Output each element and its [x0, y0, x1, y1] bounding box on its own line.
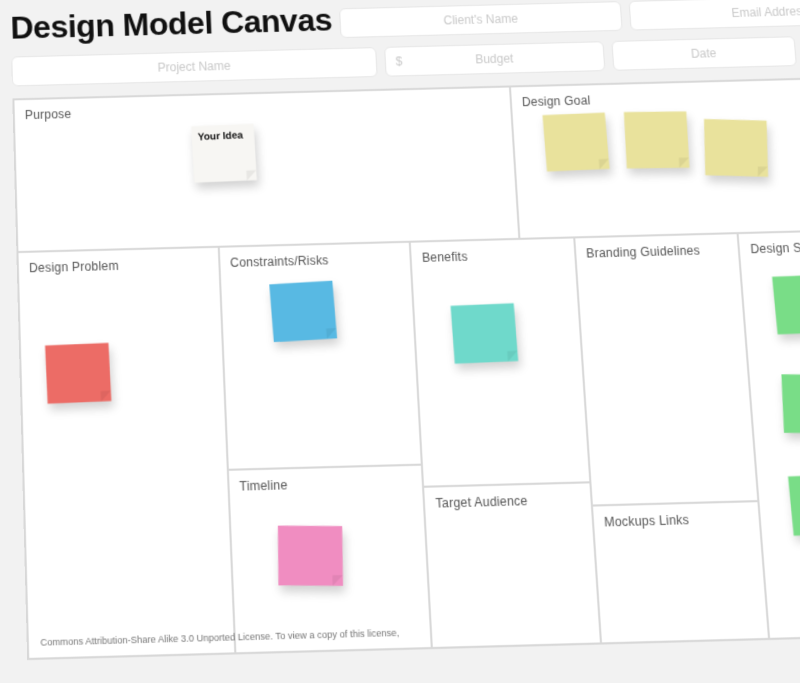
canvas-grid: Purpose Your Idea Design Goal Design Pro…: [12, 75, 800, 660]
label-mockups: Mockups Links: [604, 511, 750, 530]
budget-field[interactable]: $ Budget: [384, 41, 605, 77]
budget-placeholder: Budget: [475, 51, 514, 66]
sticky-your-idea-text: Your Idea: [191, 124, 255, 150]
sticky-your-idea[interactable]: Your Idea: [191, 124, 257, 183]
sticky-solution-2[interactable]: [782, 374, 800, 433]
cell-timeline[interactable]: Timeline: [227, 464, 432, 653]
label-design-solution: Design Solution: [750, 237, 800, 256]
date-field[interactable]: Date: [611, 36, 796, 71]
label-branding: Branding Guidelines: [586, 242, 729, 260]
label-design-problem: Design Problem: [29, 256, 208, 275]
label-timeline: Timeline: [239, 474, 412, 493]
sticky-goal-2[interactable]: [624, 111, 690, 168]
cell-constraints[interactable]: Constraints/Risks: [218, 241, 422, 469]
email-field[interactable]: Email Address: [628, 0, 800, 31]
sticky-timeline-1[interactable]: [277, 525, 342, 585]
cell-branding[interactable]: Branding Guidelines: [574, 233, 759, 506]
client-name-field[interactable]: Client's Name: [339, 1, 622, 38]
sticky-goal-3[interactable]: [704, 119, 768, 177]
sticky-solution-1[interactable]: [772, 274, 800, 334]
page-title: Design Model Canvas: [10, 2, 333, 47]
sticky-benefit-1[interactable]: [451, 303, 519, 364]
label-target-audience: Target Audience: [435, 493, 580, 512]
cell-purpose[interactable]: Purpose Your Idea: [13, 86, 519, 251]
cell-design-goal[interactable]: Design Goal: [510, 76, 800, 239]
sticky-solution-3[interactable]: [788, 473, 800, 535]
email-placeholder: Email Address: [731, 4, 800, 20]
project-name-placeholder: Project Name: [157, 59, 231, 75]
cell-benefits[interactable]: Benefits: [410, 237, 590, 487]
label-purpose: Purpose: [25, 96, 500, 122]
canvas-stage: Design Model Canvas Client's Name Email …: [10, 0, 800, 683]
project-name-field[interactable]: Project Name: [11, 47, 377, 86]
label-benefits: Benefits: [422, 247, 565, 265]
cell-design-problem[interactable]: Design Problem: [17, 246, 234, 659]
sticky-problem-1[interactable]: [45, 342, 111, 403]
client-name-placeholder: Client's Name: [443, 12, 518, 28]
label-constraints: Constraints/Risks: [230, 251, 400, 270]
date-placeholder: Date: [690, 46, 716, 61]
budget-prefix: $: [395, 54, 402, 68]
sticky-goal-1[interactable]: [542, 113, 609, 172]
sticky-constraint-1[interactable]: [269, 280, 337, 342]
label-design-goal: Design Goal: [521, 85, 800, 109]
